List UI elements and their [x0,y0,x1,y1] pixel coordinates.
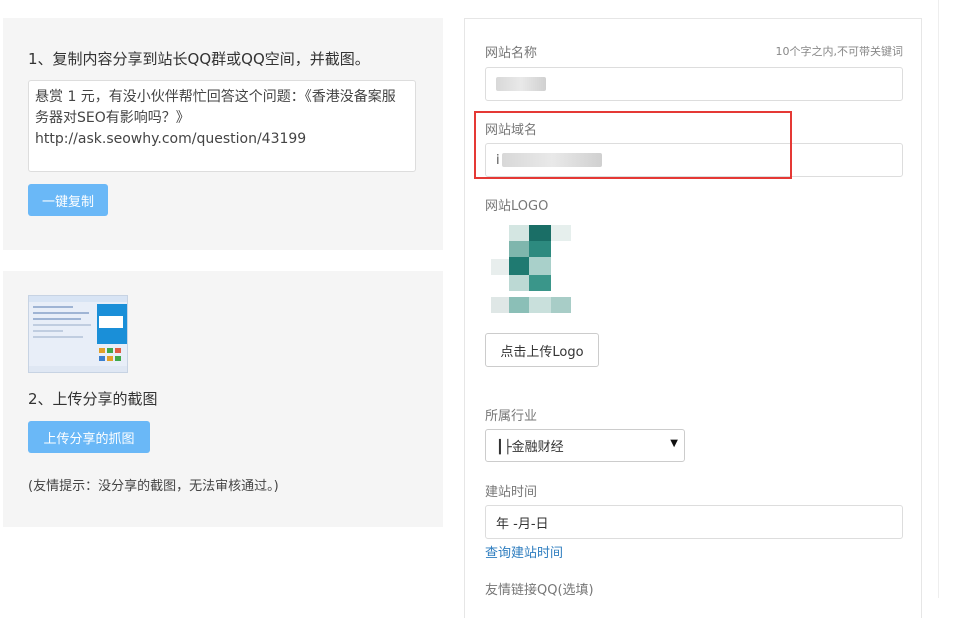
friend-qq-label: 友情链接QQ(选填) [485,583,594,598]
hint-text: (友情提示：没分享的截图，无法审核通过。) [28,479,279,494]
site-name-note: 10个字之内,不可带关键词 [775,45,904,58]
site-name-label: 网站名称 [485,46,538,61]
domain-label: 网站域名 [485,123,538,138]
industry-label: 所属行业 [485,409,538,424]
site-name-input[interactable] [485,67,903,101]
copy-button[interactable]: 一键复制 [28,184,108,216]
site-logo-image [487,217,577,321]
industry-select[interactable]: ┃├金融财经 ▼ [485,429,685,462]
share-text-url: http://ask.seowhy.com/question/43199 [35,131,307,147]
share-text-box[interactable]: 悬赏 1 元，有没小伙伴帮忙回答这个问题：《香港没备案服 务器对SEO有影响吗？… [28,80,416,172]
logo-label: 网站LOGO [485,199,549,214]
query-founded-link[interactable]: 查询建站时间 [485,542,563,561]
founded-date-input[interactable]: 年 -月-日 [485,505,903,539]
blurred-value [501,153,602,167]
domain-value-prefix: i [496,152,500,168]
share-text-line: 悬赏 1 元，有没小伙伴帮忙回答这个问题：《香港没备案服 [35,89,396,105]
upload-screenshot-button[interactable]: 上传分享的抓图 [28,421,150,453]
site-form: 网站名称 10个字之内,不可带关键词 网站域名 i 网站LOGO 点击上传Log… [464,18,922,618]
upload-panel: 2、上传分享的截图 上传分享的抓图 (友情提示：没分享的截图，无法审核通过。) [3,271,443,527]
domain-input[interactable]: i [485,143,903,177]
blurred-value [496,77,546,91]
dropdown-caret-icon: ▼ [670,438,678,449]
upload-logo-button[interactable]: 点击上传Logo [485,333,599,367]
step2-title: 2、上传分享的截图 [28,390,158,408]
founded-date-value: 年 -月-日 [496,516,549,532]
industry-selected-value: ┃├金融财经 [496,440,564,455]
founded-label: 建站时间 [485,485,538,500]
scrollbar[interactable] [938,0,953,598]
share-text-line: 务器对SEO有影响吗？》 [35,110,190,126]
screenshot-thumbnail [28,295,128,373]
step1-title: 1、复制内容分享到站长QQ群或QQ空间，并截图。 [28,50,370,68]
share-panel: 1、复制内容分享到站长QQ群或QQ空间，并截图。 悬赏 1 元，有没小伙伴帮忙回… [3,18,443,250]
